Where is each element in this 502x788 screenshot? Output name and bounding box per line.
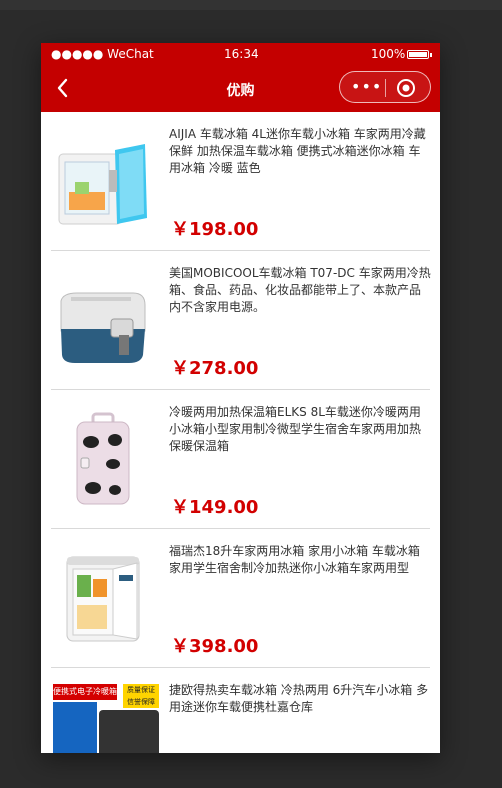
product-item[interactable]: 冷暖两用加热保温箱ELKS 8L车载迷你冷暖两用小冰箱小型家用制冷微型学生宿舍车… xyxy=(41,390,440,529)
product-title: 美国MOBICOOL车载冰箱 T07-DC 车家两用冷热箱、食品、药品、化妆品都… xyxy=(169,266,431,314)
editor-top-bar xyxy=(0,0,502,10)
product-image xyxy=(60,292,146,363)
capsule-divider xyxy=(385,79,386,97)
product-box-shape xyxy=(99,710,159,753)
product-title: 冷暖两用加热保温箱ELKS 8L车载迷你冷暖两用小冰箱小型家用制冷微型学生宿舍车… xyxy=(169,405,422,453)
product-price: ￥149.00 xyxy=(171,497,259,518)
product-price: ￥278.00 xyxy=(171,358,259,379)
battery-tip-icon xyxy=(430,53,432,57)
product-item[interactable]: 福瑞杰18升车家两用冰箱 家用小冰箱 车载冰箱家用学生宿舍制冷加热迷你小冰箱车家… xyxy=(41,529,440,668)
navigation-bar: 优购 ••• xyxy=(41,65,440,112)
product-price: ￥198.00 xyxy=(171,219,259,240)
battery-icon xyxy=(407,50,429,59)
more-icon[interactable]: ••• xyxy=(351,77,381,97)
status-bar: ●●●●● WeChat 16:34 100% xyxy=(41,43,440,65)
promo-badge-line2: 信誉保障 xyxy=(127,698,155,706)
promo-badge-line1: 质量保证 xyxy=(127,686,155,694)
mini-program-capsule: ••• xyxy=(339,71,431,103)
product-image: 便携式电子冷暖箱 质量保证 信誉保障 xyxy=(53,684,159,753)
product-title: AIJIA 车载冰箱 4L迷你车载小冰箱 车家两用冷藏保鲜 加热保温车载冰箱 便… xyxy=(169,127,426,175)
product-price: ￥398.00 xyxy=(171,636,259,657)
clock: 16:34 xyxy=(224,47,259,61)
carrier-label: ●●●●● WeChat xyxy=(51,47,154,61)
product-title: 捷欧得热卖车载冰箱 冷热两用 6升汽车小冰箱 多用途迷你车载便携杜嘉仓库 xyxy=(169,683,429,714)
product-image xyxy=(58,144,147,225)
product-item[interactable]: 美国MOBICOOL车载冰箱 T07-DC 车家两用冷热箱、食品、药品、化妆品都… xyxy=(41,251,440,390)
product-image xyxy=(76,412,130,505)
product-title: 福瑞杰18升车家两用冰箱 家用小冰箱 车载冰箱家用学生宿舍制冷加热迷你小冰箱车家… xyxy=(169,544,420,575)
battery-percent: 100% xyxy=(371,47,406,61)
close-mini-program-icon[interactable] xyxy=(396,78,416,98)
phone-frame: ●●●●● WeChat 16:34 100% 优购 ••• AIJIA 车载冰… xyxy=(41,43,440,753)
product-item[interactable]: AIJIA 车载冰箱 4L迷你车载小冰箱 车家两用冷藏保鲜 加热保温车载冰箱 便… xyxy=(41,112,440,251)
promo-panel xyxy=(53,702,97,753)
promo-banner: 便携式电子冷暖箱 xyxy=(53,684,117,700)
product-image xyxy=(66,556,140,642)
product-item[interactable]: 便携式电子冷暖箱 质量保证 信誉保障 捷欧得热卖车载冰箱 冷热两用 6升汽车小冰… xyxy=(41,668,440,753)
promo-badge: 质量保证 信誉保障 xyxy=(123,684,159,708)
